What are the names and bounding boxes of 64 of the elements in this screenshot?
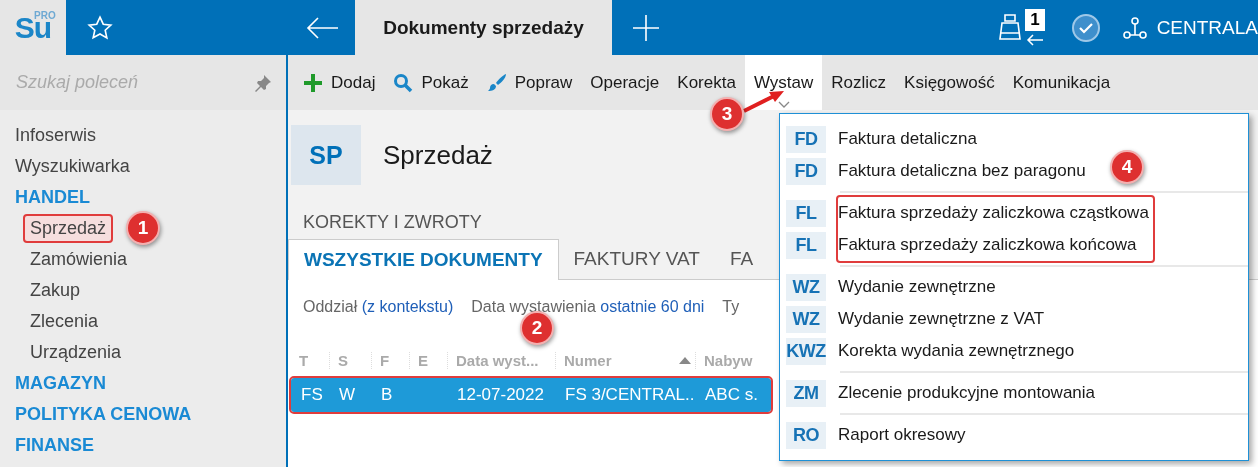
- pin-icon[interactable]: [254, 73, 272, 92]
- document-tab[interactable]: FAKTURY VAT: [558, 239, 715, 279]
- sidebar-item[interactable]: Zamówienia: [23, 245, 135, 274]
- branch-selector[interactable]: CENTRALA: [1122, 0, 1258, 55]
- register-icon[interactable]: [998, 12, 1023, 43]
- menu-item[interactable]: Faktura detaliczna: [838, 123, 1090, 155]
- section-title: KOREKTY I ZWROTY: [303, 212, 482, 233]
- toolbar-button[interactable]: Popraw: [477, 55, 582, 110]
- caret-icon: [777, 101, 790, 108]
- document-code: FD: [786, 157, 826, 185]
- check-circle-icon[interactable]: [1070, 12, 1101, 43]
- left-arrow-icon: [1025, 32, 1044, 47]
- menu-item[interactable]: Faktura detaliczna bez paragonu: [838, 155, 1090, 187]
- document-code: KWZ: [786, 337, 826, 365]
- filter-label[interactable]: Oddział (z kontekstu): [303, 298, 454, 316]
- table-cell: 12-07-2022: [457, 385, 544, 404]
- filter-label[interactable]: Ty: [722, 298, 740, 316]
- document-tab[interactable]: Dokumenty sprzedaży: [355, 0, 612, 55]
- network-icon: [1122, 15, 1147, 40]
- document-code: ZM: [786, 379, 826, 407]
- sidebar-item[interactable]: Zlecenia: [23, 307, 106, 336]
- document-tab[interactable]: WSZYSTKIE DOKUMENTY: [288, 239, 559, 280]
- document-code: WZ: [786, 305, 826, 333]
- menu-item[interactable]: Faktura sprzedaży zaliczkowa końcowa: [838, 229, 1153, 261]
- toolbar-button[interactable]: Księgowość: [895, 55, 1004, 110]
- toolbar-button[interactable]: Pokaż: [384, 55, 478, 110]
- toolbar-button[interactable]: Komunikacja: [1003, 55, 1120, 110]
- command-search-box[interactable]: Szukaj poleceń: [0, 55, 286, 110]
- brush-icon: [486, 72, 507, 93]
- sidebar-item[interactable]: Sprzedaż: [23, 214, 114, 243]
- menu-item[interactable]: Wydanie zewnętrzne: [838, 271, 1079, 303]
- menu-item[interactable]: Zlecenie produkcyjne montowania: [838, 377, 1100, 409]
- menu-item[interactable]: Raport okresowy: [838, 419, 970, 451]
- document-tab[interactable]: FA: [714, 239, 769, 279]
- module-badge: SP: [291, 125, 361, 185]
- sidebar-item[interactable]: Infoserwis: [8, 121, 104, 150]
- queue-count: 1: [1025, 8, 1045, 31]
- toolbar-button[interactable]: Dodaj: [294, 55, 385, 110]
- command-search-field[interactable]: Szukaj poleceń: [14, 71, 254, 94]
- sidebar-item[interactable]: Urządzenia: [23, 338, 129, 367]
- toolbar-button[interactable]: Wystaw: [744, 55, 823, 110]
- document-code: FD: [786, 125, 826, 153]
- table-cell: W: [339, 385, 356, 404]
- plus-icon: [303, 72, 323, 93]
- table-cell: FS 3/CENTRAL...: [565, 385, 695, 404]
- filter-link[interactable]: ostatnie 60 dni: [600, 298, 705, 315]
- filter-link[interactable]: (z kontekstu): [361, 298, 454, 315]
- sort-ascending-icon: [679, 357, 691, 364]
- search-icon: [393, 72, 414, 93]
- page-title: Sprzedaż: [383, 139, 493, 171]
- document-code: WZ: [786, 273, 826, 301]
- menu-item[interactable]: Faktura sprzedaży zaliczkowa cząstkowa: [838, 197, 1153, 229]
- toolbar-button[interactable]: Operacje: [581, 55, 669, 110]
- document-code: FL: [786, 199, 826, 227]
- menu-item[interactable]: Wydanie zewnętrzne z VAT: [838, 303, 1079, 335]
- table-cell: FS: [301, 385, 323, 404]
- table-cell: B: [381, 385, 393, 404]
- document-code: FL: [786, 231, 826, 259]
- toolbar-button[interactable]: Rozlicz: [822, 55, 896, 110]
- menu-item[interactable]: Korekta wydania zewnętrznego: [838, 335, 1079, 367]
- table-cell: ABC s.: [705, 385, 758, 404]
- document-code: RO: [786, 421, 826, 449]
- sidebar-item[interactable]: Wyszukiwarka: [8, 152, 137, 181]
- sidebar-item[interactable]: Zakup: [23, 276, 88, 305]
